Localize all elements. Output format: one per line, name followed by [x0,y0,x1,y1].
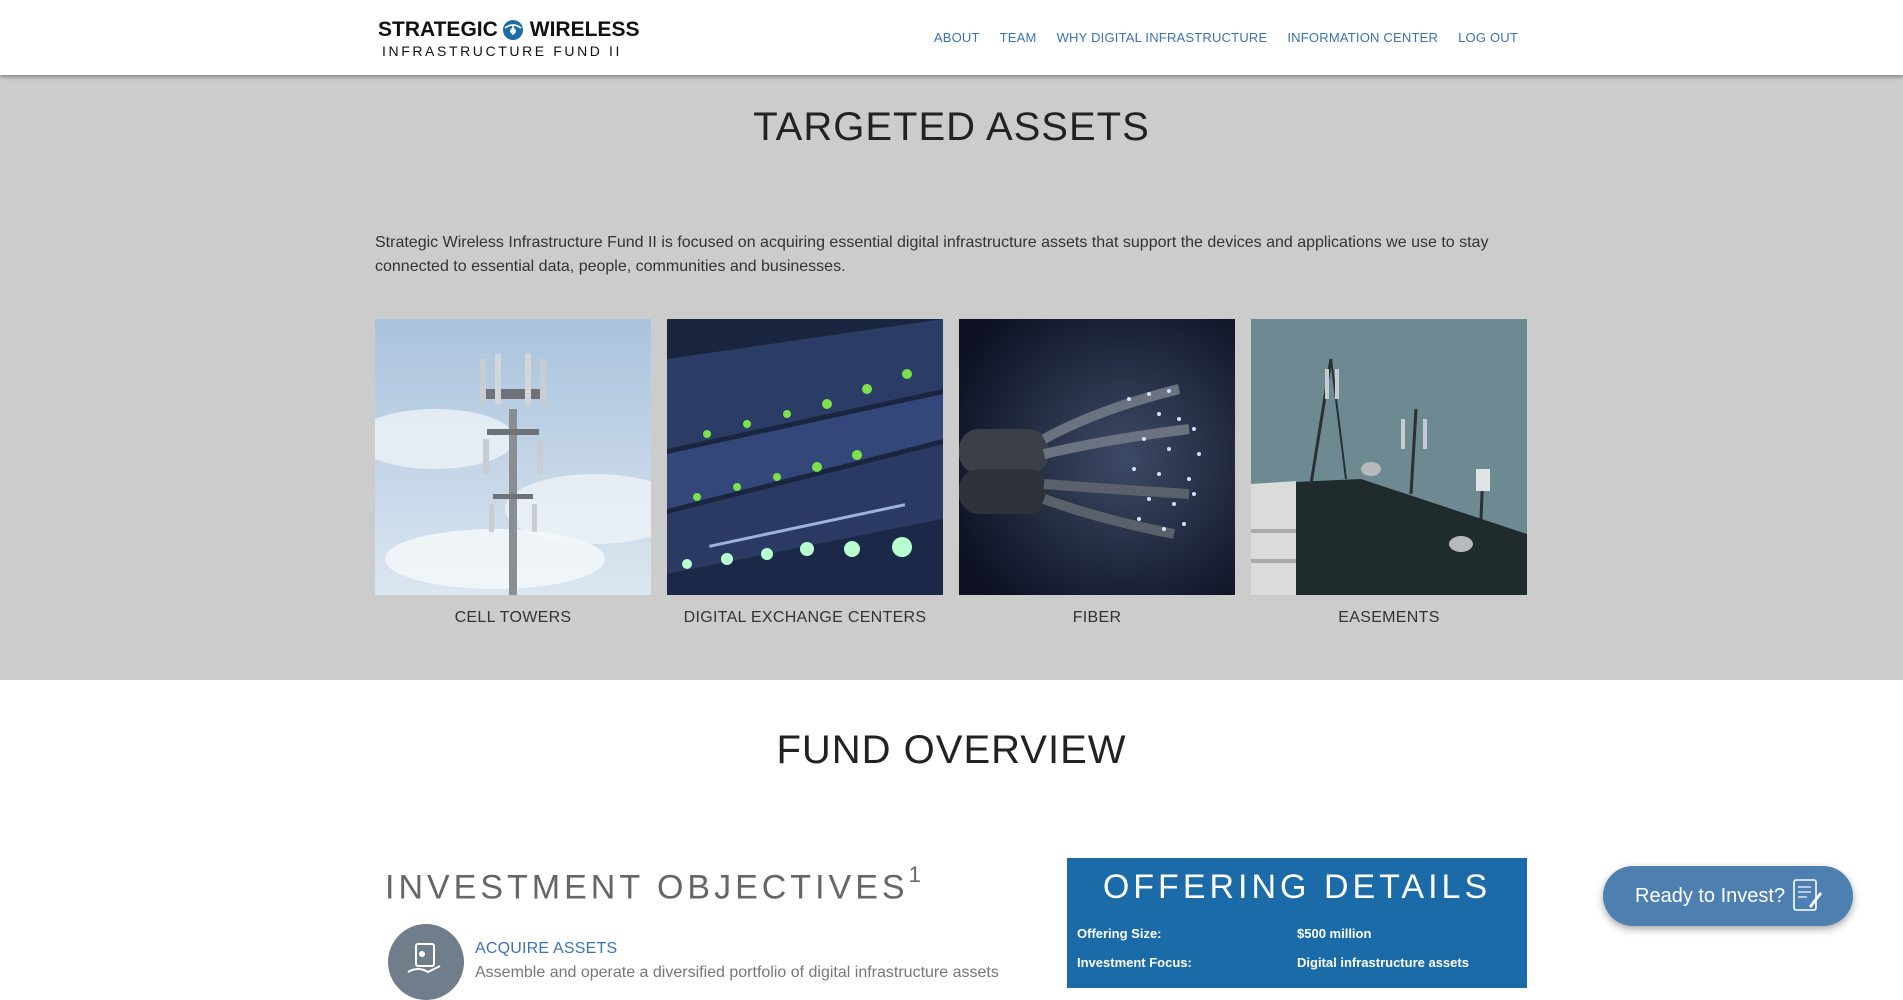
site-header: STRATEGIC WIRELESS INFRASTRUCTURE FUND I… [0,0,1903,75]
asset-label-fiber: FIBER [1072,609,1122,626]
asset-card-fiber: FIBER [959,319,1235,627]
objective-acquire-assets-text: Assemble and operate a diversified portf… [475,964,999,981]
nav-information-center[interactable]: INFORMATION CENTER [1287,30,1438,45]
acquire-assets-icon [388,924,464,1000]
asset-label-easements: EASEMENTS [1338,609,1440,626]
nav-team[interactable]: TEAM [1000,30,1037,45]
document-sign-icon [1793,879,1823,911]
targeted-assets-intro: Strategic Wireless Infrastructure Fund I… [375,234,1489,275]
asset-card-digital-exchange-centers: DIGITAL EXCHANGE CENTERS [667,319,943,627]
asset-label-cell-towers: CELL TOWERS [454,609,572,626]
objective-acquire-assets-heading[interactable]: ACQUIRE ASSETS [475,940,617,958]
logo-wordmark: STRATEGIC WIRELESS [378,18,639,42]
globe-icon [502,20,523,40]
objectives-footnote-marker: 1 [908,862,921,887]
targeted-assets-section: TARGETED ASSETS Strategic Wireless Infra… [0,75,1903,680]
asset-card-easements: EASEMENTS [1251,319,1527,627]
targeted-assets-title: TARGETED ASSETS [753,105,1150,149]
cell-tower-image [375,319,651,595]
fiber-optic-image [959,319,1235,595]
offering-details-title: OFFERING DETAILS [1102,868,1492,906]
investment-objectives-title: INVESTMENT OBJECTIVES1 [385,862,921,907]
offering-details-panel: OFFERING DETAILS Offering Size: $500 mil… [1067,858,1527,988]
nav-log-out[interactable]: LOG OUT [1458,30,1518,45]
fund-logo[interactable]: STRATEGIC WIRELESS INFRASTRUCTURE FUND I… [378,16,639,60]
asset-card-cell-towers: CELL TOWERS [375,319,651,627]
server-rack-image [667,319,943,595]
nav-why-digital-infrastructure[interactable]: WHY DIGITAL INFRASTRUCTURE [1057,30,1268,45]
logo-word-wireless: WIRELESS [529,18,640,41]
objectives-title-text: INVESTMENT OBJECTIVES [385,868,909,907]
logo-word-strategic: STRATEGIC [378,18,498,41]
logo-subtitle: INFRASTRUCTURE FUND II [382,43,622,59]
nav-about[interactable]: ABOUT [934,30,980,45]
rooftop-antenna-image [1251,319,1527,595]
asset-label-digital-exchange-centers: DIGITAL EXCHANGE CENTERS [683,609,927,626]
ready-to-invest-label: Ready to Invest? [1635,884,1786,907]
offering-row-label: Offering Size: [1077,926,1162,941]
fund-overview-title: FUND OVERVIEW [776,728,1127,772]
main-nav: ABOUT TEAM WHY DIGITAL INFRASTRUCTURE IN… [934,30,1518,45]
ready-to-invest-button[interactable]: Ready to Invest? [1603,866,1853,926]
offering-row-value: Digital infrastructure assets [1297,955,1469,970]
offering-row-label: Investment Focus: [1077,955,1192,970]
offering-row-value: $500 million [1297,926,1372,941]
